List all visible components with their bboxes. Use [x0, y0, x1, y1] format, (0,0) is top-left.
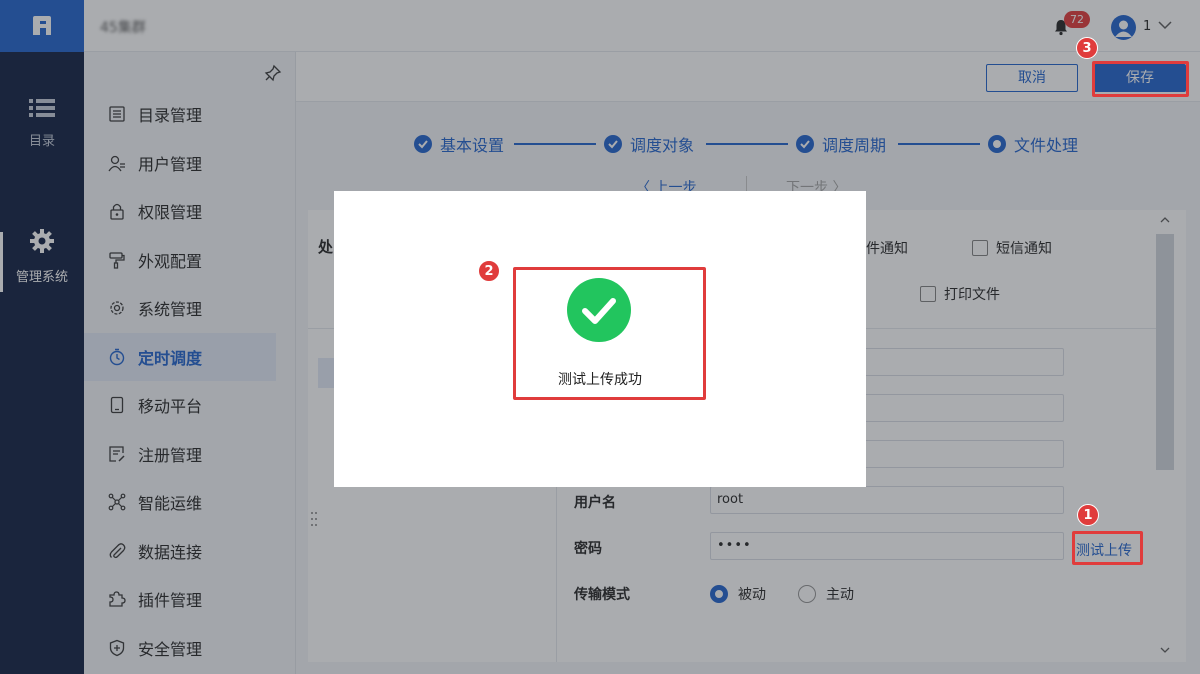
annotation-box-save — [1092, 61, 1189, 97]
annotation-marker: 1 — [1077, 504, 1099, 526]
annotation-marker: 3 — [1076, 37, 1098, 59]
annotation-box-test-upload — [1072, 531, 1143, 565]
annotation-marker: 2 — [478, 260, 500, 282]
annotation-box-success — [513, 267, 706, 400]
